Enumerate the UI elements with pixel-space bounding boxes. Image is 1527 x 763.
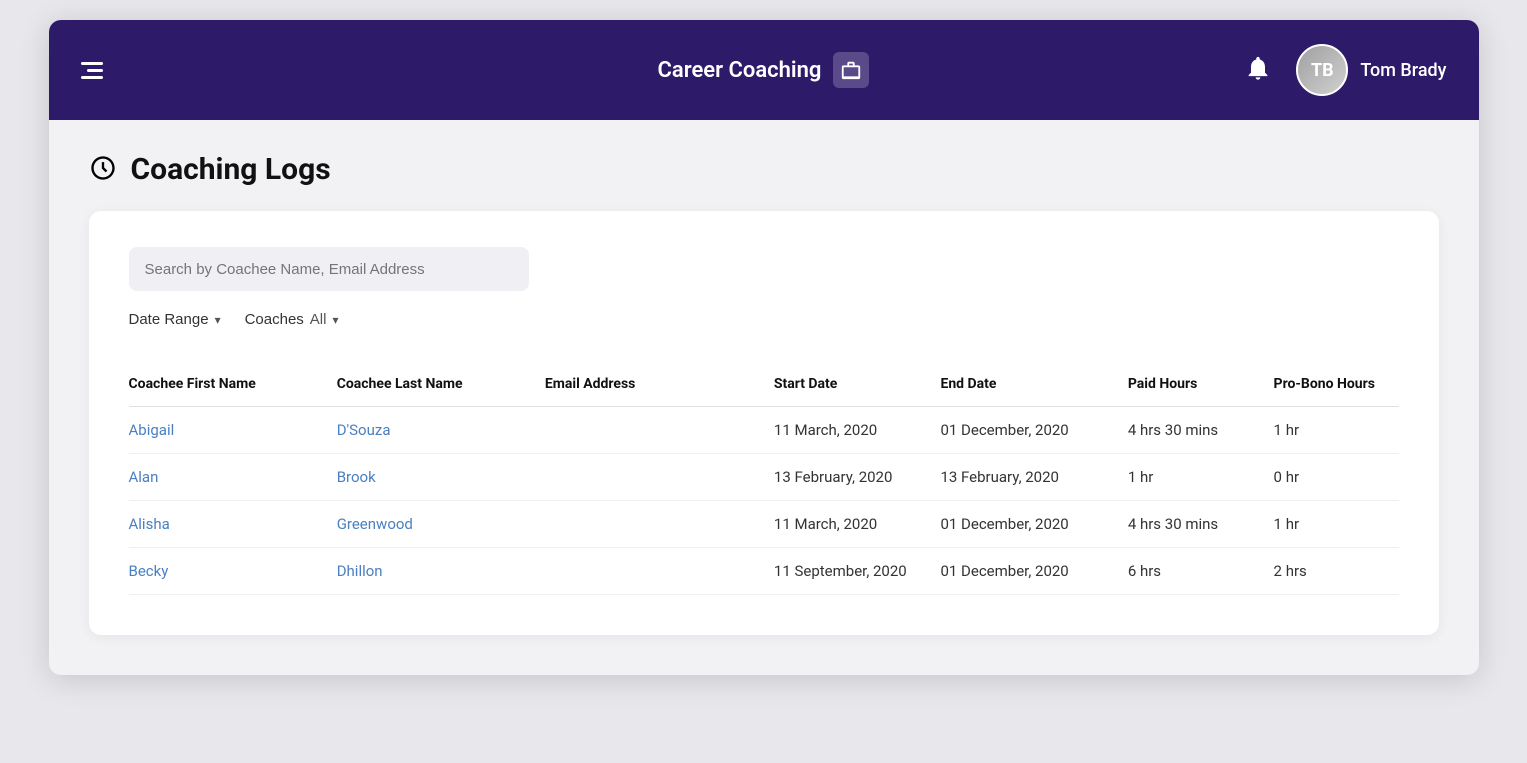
header-title: Career Coaching [658, 58, 822, 83]
cell-start-date: 11 September, 2020 [774, 548, 941, 595]
cell-paid-hours: 1 hr [1128, 454, 1274, 501]
bell-icon[interactable] [1244, 54, 1272, 86]
header-left [81, 62, 658, 79]
cell-probono-hours: 2 hrs [1274, 548, 1399, 595]
col-header-end-date: End Date [940, 376, 1127, 407]
cell-start-date: 11 March, 2020 [774, 407, 941, 454]
main-card: Date Range ▾ Coaches All ▾ Coachee First… [89, 211, 1439, 635]
table-row: Alan Brook 13 February, 2020 13 February… [129, 454, 1399, 501]
cell-last-name[interactable]: D'Souza [337, 407, 545, 454]
cell-email [545, 407, 774, 454]
table-row: Abigail D'Souza 11 March, 2020 01 Decemb… [129, 407, 1399, 454]
col-header-probono-hours: Pro-Bono Hours [1274, 376, 1399, 407]
cell-end-date: 01 December, 2020 [940, 407, 1127, 454]
cell-start-date: 13 February, 2020 [774, 454, 941, 501]
header-right: TB Tom Brady [869, 44, 1446, 96]
cell-email [545, 548, 774, 595]
cell-first-name[interactable]: Becky [129, 548, 337, 595]
cell-paid-hours: 4 hrs 30 mins [1128, 501, 1274, 548]
cell-first-name[interactable]: Abigail [129, 407, 337, 454]
cell-paid-hours: 4 hrs 30 mins [1128, 407, 1274, 454]
cell-email [545, 501, 774, 548]
header: Career Coaching TB Tom Brady [49, 20, 1479, 120]
col-header-paid-hours: Paid Hours [1128, 376, 1274, 407]
app-window: Career Coaching TB Tom Brady [49, 20, 1479, 675]
filters-row: Date Range ▾ Coaches All ▾ [129, 311, 1399, 328]
cell-end-date: 01 December, 2020 [940, 501, 1127, 548]
cell-probono-hours: 1 hr [1274, 501, 1399, 548]
coaches-label: Coaches [245, 311, 304, 328]
content: Coaching Logs Date Range ▾ Coaches All ▾ [49, 120, 1479, 675]
date-range-filter[interactable]: Date Range ▾ [129, 311, 221, 328]
table-row: Alisha Greenwood 11 March, 2020 01 Decem… [129, 501, 1399, 548]
briefcase-icon [833, 52, 869, 88]
date-range-chevron-icon: ▾ [215, 313, 221, 327]
clock-icon [89, 154, 117, 186]
cell-last-name[interactable]: Brook [337, 454, 545, 501]
cell-end-date: 13 February, 2020 [940, 454, 1127, 501]
coaches-filter[interactable]: Coaches All ▾ [245, 311, 339, 328]
date-range-label: Date Range [129, 311, 209, 328]
col-header-first-name: Coachee First Name [129, 376, 337, 407]
search-input[interactable] [129, 247, 529, 291]
table-row: Becky Dhillon 11 September, 2020 01 Dece… [129, 548, 1399, 595]
cell-paid-hours: 6 hrs [1128, 548, 1274, 595]
header-center: Career Coaching [658, 52, 870, 88]
user-area[interactable]: TB Tom Brady [1296, 44, 1446, 96]
cell-first-name[interactable]: Alan [129, 454, 337, 501]
page-header: Coaching Logs [89, 152, 1439, 187]
coaches-value: All [310, 311, 327, 328]
coaches-chevron-icon: ▾ [332, 313, 338, 327]
menu-icon[interactable] [81, 62, 658, 79]
avatar: TB [1296, 44, 1348, 96]
col-header-start-date: Start Date [774, 376, 941, 407]
table-header: Coachee First Name Coachee Last Name Ema… [129, 376, 1399, 407]
cell-probono-hours: 0 hr [1274, 454, 1399, 501]
user-name: Tom Brady [1360, 60, 1446, 81]
col-header-last-name: Coachee Last Name [337, 376, 545, 407]
cell-end-date: 01 December, 2020 [940, 548, 1127, 595]
table-body: Abigail D'Souza 11 March, 2020 01 Decemb… [129, 407, 1399, 595]
cell-probono-hours: 1 hr [1274, 407, 1399, 454]
cell-first-name[interactable]: Alisha [129, 501, 337, 548]
col-header-email: Email Address [545, 376, 774, 407]
cell-email [545, 454, 774, 501]
cell-last-name[interactable]: Greenwood [337, 501, 545, 548]
cell-last-name[interactable]: Dhillon [337, 548, 545, 595]
cell-start-date: 11 March, 2020 [774, 501, 941, 548]
page-title: Coaching Logs [131, 152, 331, 187]
coaching-logs-table: Coachee First Name Coachee Last Name Ema… [129, 376, 1399, 595]
